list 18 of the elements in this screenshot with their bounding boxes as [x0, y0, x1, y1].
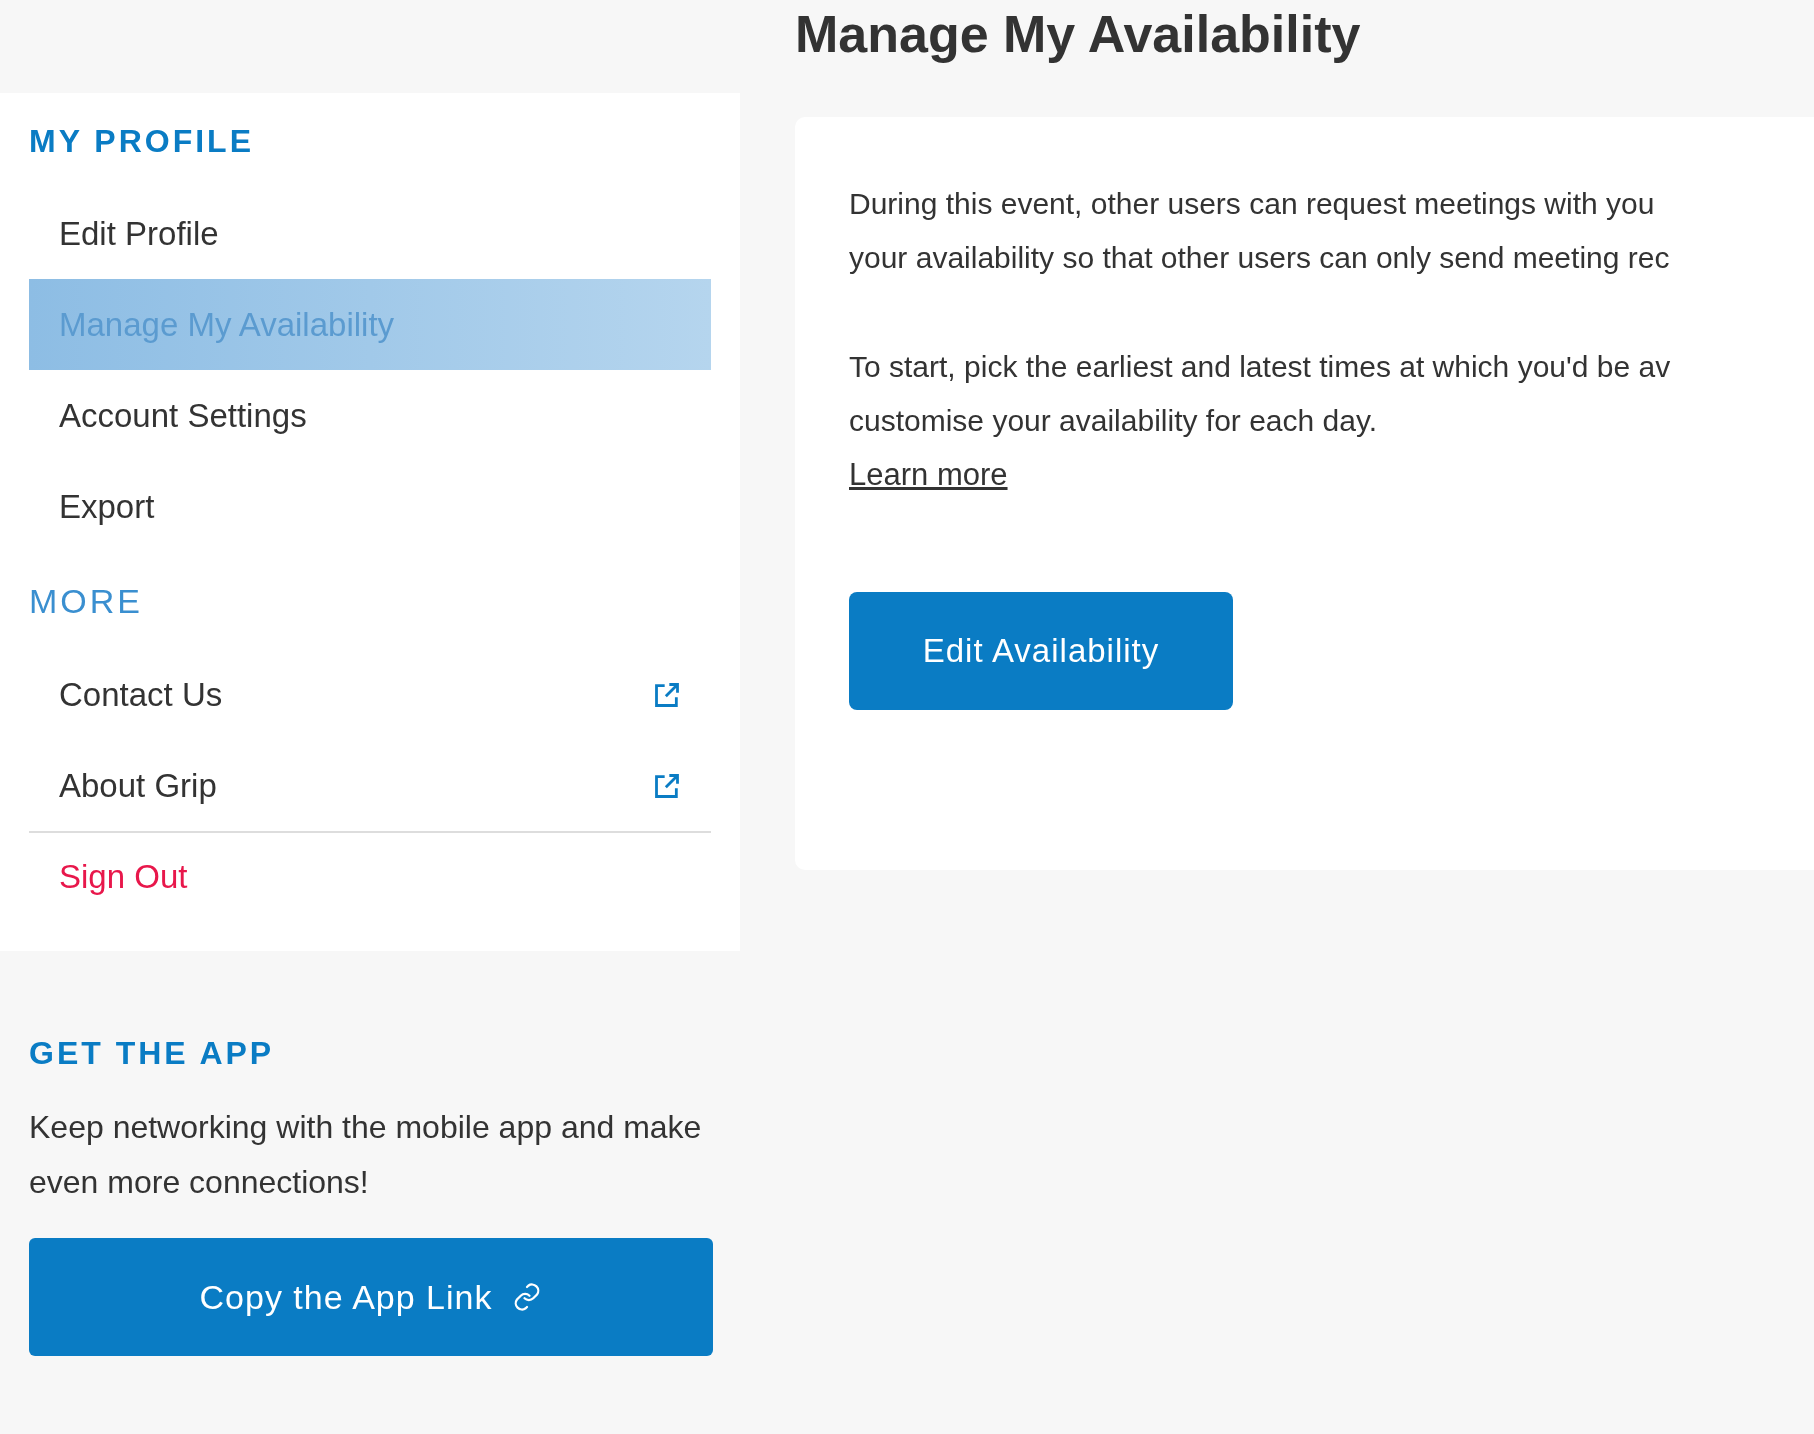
menu-item[interactable]: Export [29, 461, 711, 552]
description-line: your availability so that other users can only send meeting rec [849, 240, 1671, 276]
learn-more-link[interactable]: Learn more [849, 448, 1008, 502]
description-line: To start, pick the earliest and latest times at which you'd be av [849, 349, 1672, 385]
section-heading: GET THE APP [29, 1034, 276, 1073]
page-title: Manage My Availability [795, 4, 1362, 65]
menu-item[interactable]: About Grip [29, 740, 711, 831]
edit-availability-button[interactable]: Edit Availability [849, 592, 1233, 710]
description-line: customise your availability for each day. [849, 403, 1379, 439]
sign-out-link[interactable]: Sign Out [29, 833, 711, 921]
copy-link-button[interactable]: Copy the App Link [29, 1238, 713, 1356]
description-line: During this event, other users can request meetings with you [849, 186, 1656, 222]
menu-item[interactable]: Account Settings [29, 370, 711, 461]
section-heading: MY PROFILE [29, 122, 255, 161]
app-description: Keep networking with the mobile app and make even more connections! [29, 1108, 703, 1202]
menu-item[interactable]: Edit Profile [29, 188, 711, 279]
section-heading: MORE [29, 581, 144, 622]
menu-item[interactable]: Contact Us [29, 649, 711, 740]
